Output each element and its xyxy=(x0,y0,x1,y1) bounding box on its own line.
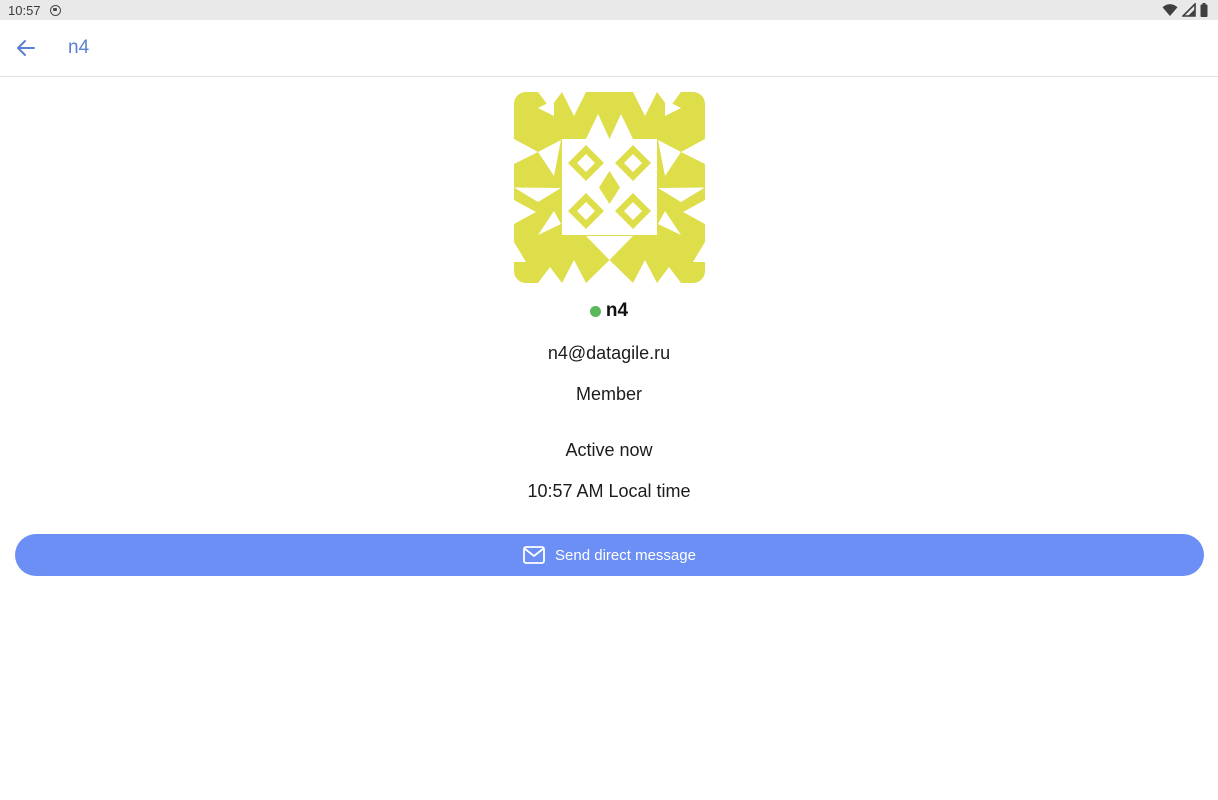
user-status: Active now xyxy=(565,440,653,460)
back-button[interactable] xyxy=(10,34,42,62)
name-row: n4 xyxy=(0,300,1218,322)
app-bar: n4 xyxy=(0,20,1218,77)
user-role: Member xyxy=(575,384,642,404)
avatar[interactable] xyxy=(514,92,705,283)
arrow-left-icon xyxy=(17,40,35,56)
user-local-time: 10:57 AM Local time xyxy=(527,481,691,501)
send-direct-message-label: Send direct message xyxy=(555,546,696,564)
notification-app-icon xyxy=(49,4,61,16)
user-email: n4@datagile.ru xyxy=(547,343,671,363)
user-name: n4 xyxy=(605,300,629,321)
status-icons xyxy=(1162,3,1208,17)
presence-online-indicator xyxy=(589,305,601,317)
page-title: n4 xyxy=(68,37,90,58)
signal-icon xyxy=(1182,3,1196,17)
mail-icon xyxy=(523,546,545,564)
send-direct-message-button[interactable]: Send direct message xyxy=(15,534,1204,576)
wifi-icon xyxy=(1162,4,1178,16)
status-time: 10:57 xyxy=(8,2,41,18)
identicon-avatar xyxy=(514,92,705,283)
battery-icon xyxy=(1200,3,1208,17)
status-bar: 10:57 xyxy=(0,0,1218,20)
